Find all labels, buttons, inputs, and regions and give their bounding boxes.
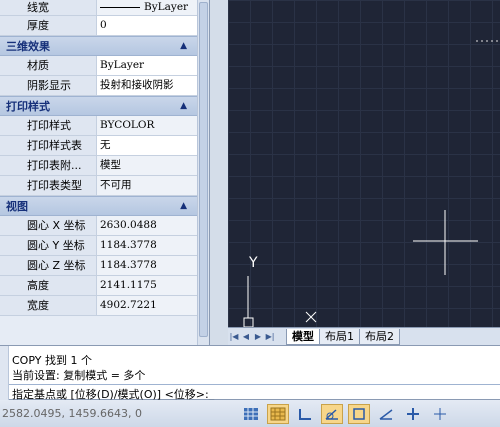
prop-key: 圆心 Z 坐标	[0, 256, 97, 275]
prop-value: 0	[97, 16, 197, 35]
cad-window: 线宽 ByLayer 厚度 0 三维效果 ▲ 材质 ByLayer 阴影显示 投…	[0, 0, 500, 427]
prop-key: 圆心 Y 坐标	[0, 236, 97, 255]
prop-key: 阴影显示	[0, 76, 97, 95]
tab-layout2[interactable]: 布局2	[359, 328, 400, 345]
prop-key: 打印样式	[0, 116, 97, 135]
prop-row-height[interactable]: 高度 2141.1175	[0, 276, 197, 296]
first-tab-icon[interactable]: |◀	[228, 332, 240, 341]
scrollbar-thumb[interactable]	[199, 2, 208, 337]
prop-row-plot-style-table[interactable]: 打印样式表 无	[0, 136, 197, 156]
prop-value: BYCOLOR	[97, 116, 197, 135]
panel-divider[interactable]	[210, 0, 228, 345]
prop-value: 不可用	[97, 176, 197, 195]
prop-key: 材质	[0, 56, 97, 75]
prop-row-plot-style[interactable]: 打印样式 BYCOLOR	[0, 116, 197, 136]
otrack-toggle-icon[interactable]	[375, 404, 397, 424]
section-view[interactable]: 视图 ▲	[0, 196, 197, 216]
properties-panel: 线宽 ByLayer 厚度 0 三维效果 ▲ 材质 ByLayer 阴影显示 投…	[0, 0, 210, 345]
crosshair-cursor-icon	[413, 210, 478, 275]
prop-row-center-z[interactable]: 圆心 Z 坐标 1184.3778	[0, 256, 197, 276]
prop-key: 打印表附...	[0, 156, 97, 175]
prop-row-shadow[interactable]: 阴影显示 投射和接收阴影	[0, 76, 197, 96]
ucs-y-label: Y	[249, 255, 258, 271]
prop-value: 投射和接收阴影	[97, 76, 197, 95]
layout-tabs-bar: |◀ ◀ ▶ ▶| 模型 布局1 布局2	[228, 327, 500, 345]
section-title: 三维效果	[6, 40, 50, 53]
prop-key: 打印表类型	[0, 176, 97, 195]
prop-row-material[interactable]: 材质 ByLayer	[0, 56, 197, 76]
drawing-canvas[interactable]: Y	[228, 0, 500, 327]
command-history-line: COPY 找到 1 个	[12, 354, 92, 367]
polar-toggle-icon[interactable]	[321, 403, 343, 424]
prop-value: ByLayer	[97, 0, 197, 15]
lineweight-sample	[100, 6, 140, 8]
prop-row-center-y[interactable]: 圆心 Y 坐标 1184.3778	[0, 236, 197, 256]
last-tab-icon[interactable]: ▶|	[264, 332, 276, 341]
prop-row-thickness[interactable]: 厚度 0	[0, 16, 197, 36]
section-3d-effects[interactable]: 三维效果 ▲	[0, 36, 197, 56]
prop-key: 圆心 X 坐标	[0, 216, 97, 235]
prop-key: 线宽	[0, 0, 97, 15]
prop-value: 1184.3778	[97, 236, 197, 255]
prop-row-width[interactable]: 宽度 4902.7221	[0, 296, 197, 316]
canvas-overlay	[243, 40, 500, 327]
prop-value: 模型	[97, 156, 197, 175]
collapse-arrow-icon[interactable]: ▲	[180, 41, 187, 51]
status-bar: 2582.0495, 1459.6643, 0	[0, 400, 500, 427]
section-plot-style[interactable]: 打印样式 ▲	[0, 96, 197, 116]
snap-toggle-icon[interactable]	[240, 404, 262, 424]
tab-layout1[interactable]: 布局1	[319, 328, 360, 345]
prop-row-plot-attached[interactable]: 打印表附... 模型	[0, 156, 197, 176]
coordinate-readout: 2582.0495, 1459.6643, 0	[2, 407, 142, 420]
prop-row-plot-table-type[interactable]: 打印表类型 不可用	[0, 176, 197, 196]
ortho-toggle-icon[interactable]	[294, 404, 316, 424]
collapse-arrow-icon[interactable]: ▲	[180, 101, 187, 111]
prop-value: 无	[97, 136, 197, 155]
dyn-toggle-icon[interactable]	[429, 404, 451, 424]
lineweight-value: ByLayer	[144, 1, 189, 13]
prop-key: 打印样式表	[0, 136, 97, 155]
section-title: 打印样式	[6, 100, 50, 113]
ucs-icon	[243, 276, 317, 327]
grid-toggle-icon[interactable]	[267, 403, 289, 424]
prop-value: ByLayer	[97, 56, 197, 75]
prop-key: 厚度	[0, 16, 97, 35]
collapse-arrow-icon[interactable]: ▲	[180, 201, 187, 211]
command-window-grip[interactable]	[0, 346, 9, 401]
prop-row-center-x[interactable]: 圆心 X 坐标 2630.0488	[0, 216, 197, 236]
section-title: 视图	[6, 200, 28, 213]
properties-scrollbar[interactable]	[197, 0, 209, 345]
ducs-toggle-icon[interactable]	[402, 404, 424, 424]
command-history-line: 当前设置: 复制模式 = 多个	[12, 369, 146, 382]
prop-value: 2141.1175	[97, 276, 197, 295]
tab-model[interactable]: 模型	[286, 328, 320, 345]
prop-key: 宽度	[0, 296, 97, 315]
command-separator	[9, 384, 500, 385]
prop-value: 1184.3778	[97, 256, 197, 275]
osnap-toggle-icon[interactable]	[348, 403, 370, 424]
prop-key: 高度	[0, 276, 97, 295]
prop-value: 2630.0488	[97, 216, 197, 235]
next-tab-icon[interactable]: ▶	[252, 332, 264, 341]
prev-tab-icon[interactable]: ◀	[240, 332, 252, 341]
command-window[interactable]: COPY 找到 1 个 当前设置: 复制模式 = 多个 指定基点或 [位移(D)…	[0, 345, 500, 401]
prop-value: 4902.7221	[97, 296, 197, 315]
prop-row-lineweight[interactable]: 线宽 ByLayer	[0, 0, 197, 16]
